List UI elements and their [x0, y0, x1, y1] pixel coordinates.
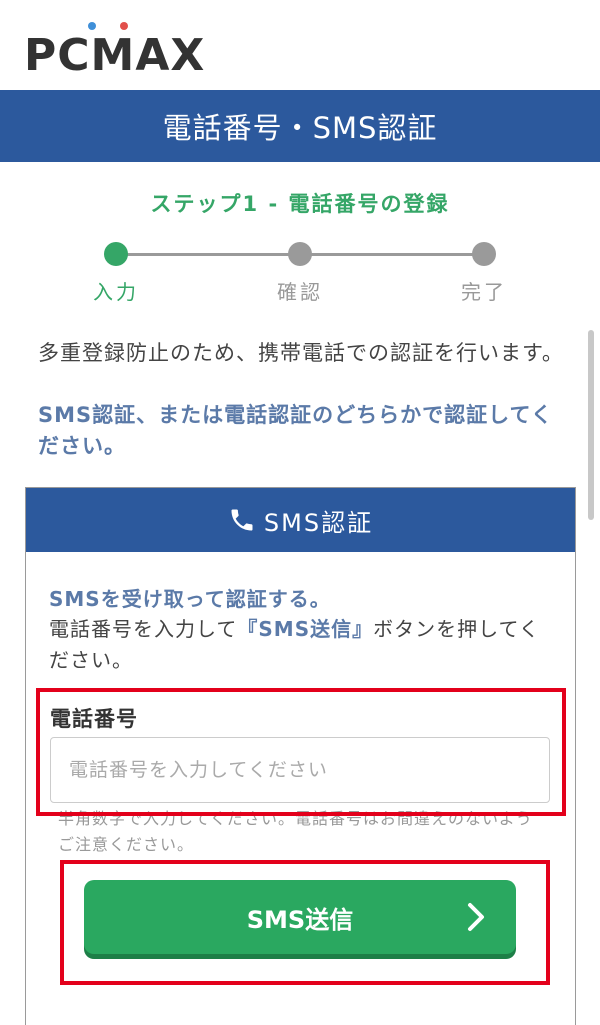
step-dot-input — [104, 242, 128, 266]
page-title: 電話番号・SMS認証 — [162, 111, 438, 145]
intro-link-text: SMS認証、または電話認証のどちらかで認証してください。 — [38, 403, 553, 458]
sms-instruction-before: 電話番号を入力して — [49, 617, 238, 641]
logo-dot-blue — [88, 22, 96, 30]
step-label-input: 入力 — [93, 280, 139, 304]
sms-instruction-emphasis: 『SMS送信』 — [237, 617, 374, 641]
page-scrollbar[interactable] — [588, 330, 594, 520]
sms-send-button[interactable]: SMS送信 — [84, 880, 516, 954]
phone-icon — [231, 509, 253, 531]
step-dot-complete — [472, 242, 496, 266]
step-label-confirm: 確認 — [277, 280, 323, 304]
sms-panel-title: SMS認証 — [263, 508, 374, 537]
sms-panel-header: SMS認証 — [26, 488, 575, 552]
step-dot-confirm — [288, 242, 312, 266]
sms-send-label: SMS送信 — [246, 905, 354, 934]
highlight-frame-phone-field — [36, 688, 566, 816]
intro-text: 多重登録防止のため、携帯電話での認証を行います。 — [38, 341, 564, 365]
logo-text: PCMAX — [24, 30, 206, 81]
page-title-bar: 電話番号・SMS認証 — [0, 90, 600, 162]
logo-dot-red — [120, 22, 128, 30]
chevron-right-icon — [468, 903, 484, 931]
sms-instruction: 電話番号を入力して『SMS送信』ボタンを押してください。 — [49, 614, 549, 676]
step-label-complete: 完了 — [461, 280, 507, 304]
sms-lead-text: SMSを受け取って認証する。 — [49, 587, 331, 611]
step-title: ステップ1 - 電話番号の登録 — [150, 192, 450, 216]
